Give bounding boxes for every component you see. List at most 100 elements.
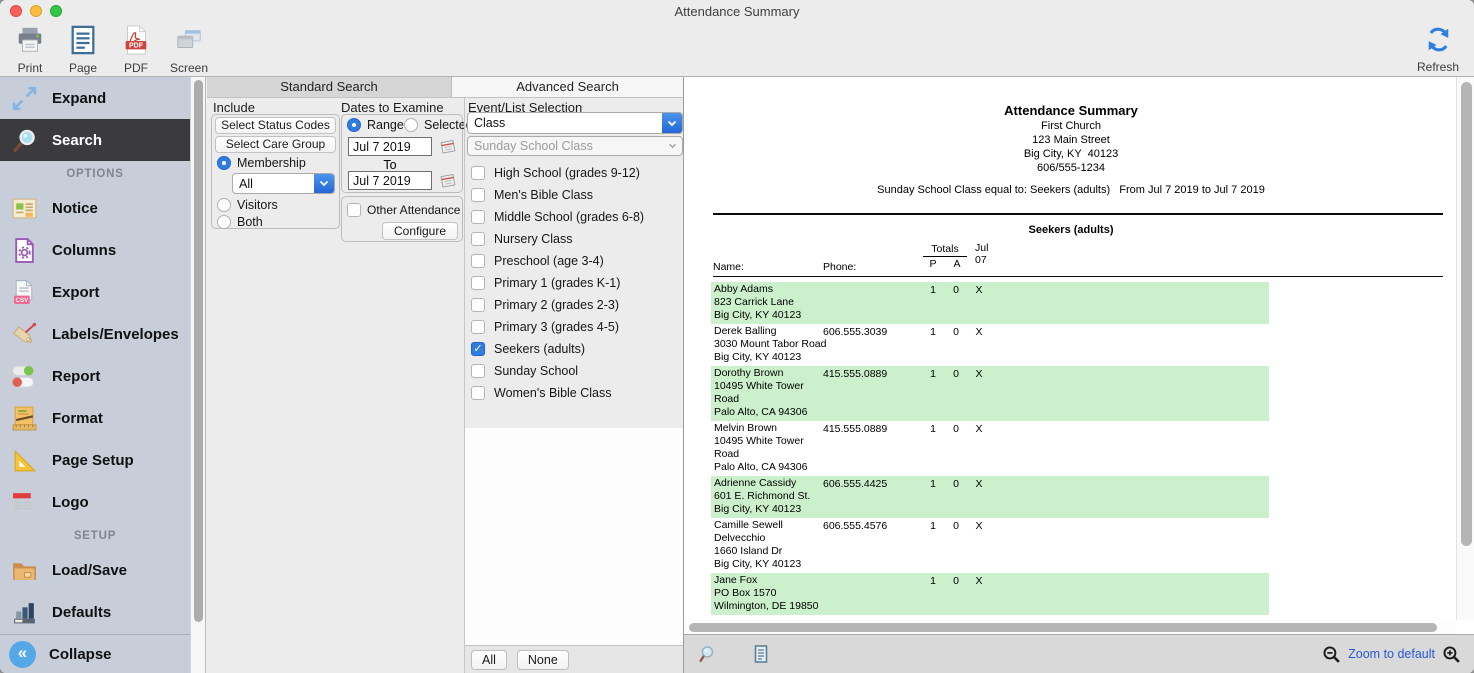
select-none-button[interactable]: None [517,650,569,670]
attendance-mark: X [973,478,985,491]
sidebar-item-page-setup[interactable]: Page Setup [0,439,190,481]
visitors-radio-label: Visitors [237,198,278,212]
class-checkbox[interactable]: ✓ [471,320,485,334]
class-checkbox[interactable]: ✓ [471,298,485,312]
print-button[interactable]: Print [8,25,52,75]
screen-button[interactable]: Screen [167,25,211,75]
membership-dropdown[interactable]: All [232,173,335,194]
column-header-date-month: Jul [975,243,988,255]
preview-vertical-scrollbar-thumb[interactable] [1461,82,1472,546]
sidebar-item-label: Format [52,410,103,427]
sidebar-scrollbar-thumb[interactable] [194,80,203,622]
class-checkbox-row[interactable]: ✓ Women's Bible Class [469,382,679,404]
sidebar-item-defaults[interactable]: Defaults [0,591,190,633]
both-radio-control[interactable] [217,215,231,229]
report-rule-thick [713,213,1443,215]
report-preview: Attendance Summary First Church123 Main … [683,77,1474,673]
tab-standard-search[interactable]: Standard Search [207,77,452,97]
range-radio-control[interactable] [347,118,361,132]
class-checkbox-row[interactable]: ✓ Primary 3 (grades 4-5) [469,316,679,338]
select-status-codes-button[interactable]: Select Status Codes [215,117,336,134]
both-radio[interactable]: Both [217,215,263,229]
sidebar-item-expand[interactable]: Expand [0,77,190,119]
class-checkbox-label: Sunday School [494,364,578,378]
magnifier-tool-icon[interactable] [698,644,719,665]
event-type-dropdown[interactable]: Class [467,112,683,134]
column-header-date: Jul 07 [975,243,988,266]
class-checkbox-label: Seekers (adults) [494,342,585,356]
class-checkbox[interactable]: ✓ [471,166,485,180]
attendee-name-address: Adrienne Cassidy601 E. Richmond St.Big C… [714,477,1269,516]
other-attendance-checkbox[interactable]: ✓ [347,203,361,217]
class-checkbox[interactable]: ✓ [471,210,485,224]
preview-vertical-scrollbar[interactable] [1456,77,1474,620]
window-header: Attendance Summary Print Page PDF PDF [0,0,1474,77]
sidebar-scrollbar[interactable] [190,77,206,673]
class-checkbox-label: Women's Bible Class [494,386,611,400]
document-view-icon[interactable] [751,644,771,664]
sidebar-item-load-save[interactable]: Load/Save [0,549,190,591]
pdf-button[interactable]: PDF PDF [114,25,158,75]
sidebar-item-label: Collapse [49,646,112,663]
configure-button[interactable]: Configure [382,222,458,240]
class-checkbox-row[interactable]: ✓ Men's Bible Class [469,184,679,206]
sidebar-item-label: Load/Save [52,562,127,579]
membership-radio[interactable]: Membership [217,156,306,170]
other-attendance-group: ✓ Other Attendance Configure [341,196,463,242]
sidebar-item-columns[interactable]: Columns [0,229,190,271]
visitors-radio-control[interactable] [217,198,231,212]
page-button[interactable]: Page [61,25,105,75]
membership-radio-control[interactable] [217,156,231,170]
attendance-mark: X [973,520,985,533]
sidebar-item-logo[interactable]: Logo [0,481,190,523]
sidebar-item-notice[interactable]: Notice [0,187,190,229]
preview-horizontal-scrollbar-thumb[interactable] [689,623,1437,632]
sidebar-item-label: Expand [52,90,106,107]
tab-advanced-search[interactable]: Advanced Search [452,77,683,97]
sidebar-item-collapse[interactable]: « Collapse [0,634,190,673]
preview-horizontal-scrollbar[interactable] [684,620,1456,634]
date-from-input[interactable] [348,137,432,156]
selected-radio[interactable]: Selected [404,118,473,132]
date-picker-icon[interactable] [440,173,456,189]
event-subtype-dropdown[interactable]: Sunday School Class [467,136,683,156]
class-checkbox-row[interactable]: ✓ Preschool (age 3-4) [469,250,679,272]
class-checkbox-row[interactable]: ✓ Middle School (grades 6-8) [469,206,679,228]
class-checkbox[interactable]: ✓ [471,188,485,202]
class-checkbox[interactable]: ✓ [471,364,485,378]
class-checkbox-row[interactable]: ✓ Primary 1 (grades K-1) [469,272,679,294]
sidebar-item-export[interactable]: CSV Export [0,271,190,313]
date-picker-icon[interactable] [440,139,456,155]
class-checkbox-row[interactable]: ✓ Primary 2 (grades 2-3) [469,294,679,316]
class-checkbox[interactable]: ✓ [471,276,485,290]
range-radio[interactable]: Range [347,118,404,132]
class-checkbox[interactable]: ✓ [471,342,485,356]
other-attendance-label: Other Attendance [367,203,460,217]
sidebar-item-labels-envelopes[interactable]: Labels/Envelopes [0,313,190,355]
class-checkbox-row[interactable]: ✓ High School (grades 9-12) [469,162,679,184]
select-care-group-button[interactable]: Select Care Group [215,136,336,153]
date-to-input[interactable] [348,171,432,190]
class-checkbox-row[interactable]: ✓ Sunday School [469,360,679,382]
class-checkbox-row[interactable]: ✓ Nursery Class [469,228,679,250]
class-checkbox[interactable]: ✓ [471,254,485,268]
class-checkbox[interactable]: ✓ [471,386,485,400]
selected-radio-control[interactable] [404,118,418,132]
other-attendance-checkbox-row[interactable]: ✓ Other Attendance [347,203,460,217]
refresh-button[interactable]: Refresh [1412,25,1464,74]
sidebar-item-report[interactable]: Report [0,355,190,397]
zoom-to-default-link[interactable]: Zoom to default [1348,647,1435,661]
zoom-in-icon[interactable] [1442,645,1461,664]
class-checkbox-row[interactable]: ✓ Seekers (adults) [469,338,679,360]
search-icon [11,127,38,154]
zoom-out-icon[interactable] [1322,645,1341,664]
class-checkbox[interactable]: ✓ [471,232,485,246]
select-all-button[interactable]: All [471,650,507,670]
sidebar-item-format[interactable]: Format [0,397,190,439]
sidebar-item-search[interactable]: Search [0,119,190,161]
attendance-row: Camille SewellDelvecchio1660 Island DrBi… [711,518,1269,573]
event-type-dropdown-value: Class [468,116,662,130]
column-header-totals: Totals [923,243,967,257]
dates-group: Range Selected To [341,114,463,193]
visitors-radio[interactable]: Visitors [217,198,278,212]
